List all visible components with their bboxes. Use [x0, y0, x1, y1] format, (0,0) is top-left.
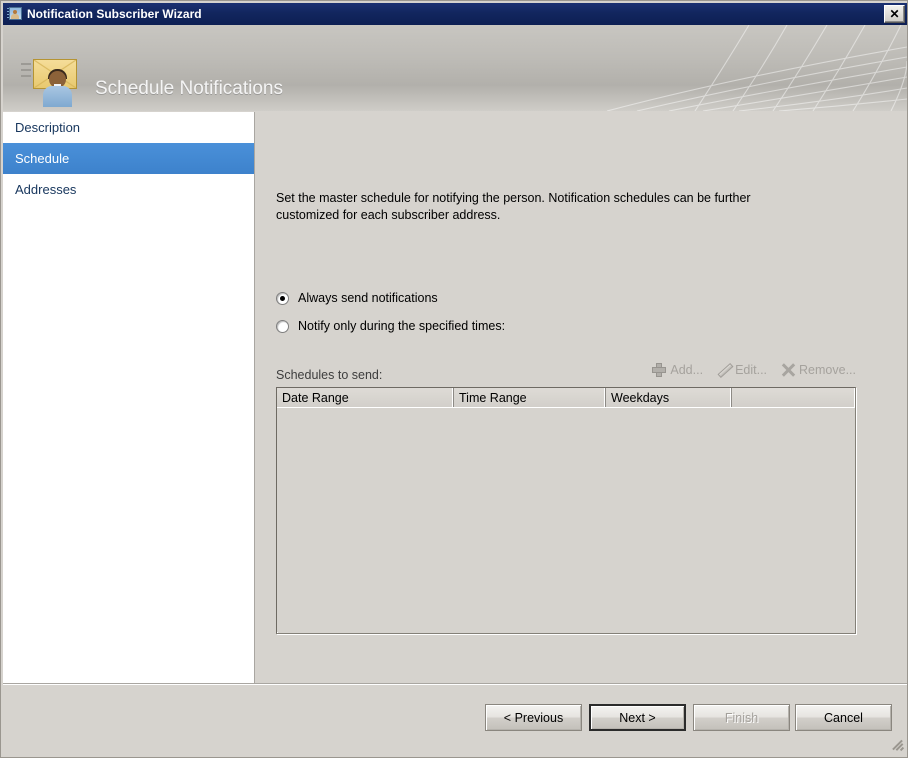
finish-button[interactable]: Finish: [693, 704, 790, 731]
notification-subscriber-wizard-window: Notification Subscriber Wizard ✕ Schedul…: [0, 0, 908, 758]
radio-always-send-icon[interactable]: [276, 291, 289, 305]
close-icon[interactable]: ✕: [884, 5, 905, 23]
schedules-toolbar: Add... Edit... Remove...: [651, 362, 856, 378]
footer-bar: < Previous Next > Finish Cancel: [3, 685, 907, 755]
content-panel: Set the master schedule for notifying th…: [256, 112, 907, 683]
wizard-step-sidebar: Description Schedule Addresses: [3, 112, 255, 683]
option-specified-times-label: Notify only during the specified times:: [298, 319, 506, 333]
radio-specified-times-icon[interactable]: [276, 319, 289, 333]
option-always-send-label: Always send notifications: [298, 291, 438, 305]
sidebar-item-schedule[interactable]: Schedule: [3, 143, 254, 174]
column-header-blank[interactable]: [732, 388, 855, 407]
schedules-list-label: Schedules to send:: [276, 368, 383, 382]
x-icon: [780, 362, 796, 378]
resize-grip-icon[interactable]: [890, 738, 905, 752]
add-button-label: Add...: [670, 363, 704, 377]
remove-button-label: Remove...: [799, 363, 856, 377]
pencil-icon: [716, 362, 732, 378]
cancel-button[interactable]: Cancel: [795, 704, 892, 731]
page-title: Schedule Notifications: [95, 78, 283, 99]
option-always-send[interactable]: Always send notifications: [276, 291, 438, 305]
remove-button[interactable]: Remove...: [780, 362, 856, 378]
option-specified-times[interactable]: Notify only during the specified times:: [276, 319, 505, 333]
listview-header: Date Range Time Range Weekdays: [277, 388, 855, 408]
envelope-person-icon: [21, 57, 83, 107]
listview-body-empty: [277, 408, 855, 632]
banner-mesh-decoration: [606, 25, 907, 111]
sidebar-item-description[interactable]: Description: [3, 112, 254, 143]
wizard-banner: Schedule Notifications: [3, 25, 907, 111]
add-button[interactable]: Add...: [651, 362, 703, 378]
edit-button-label: Edit...: [735, 363, 768, 377]
title-bar: Notification Subscriber Wizard ✕: [3, 3, 907, 25]
previous-button[interactable]: < Previous: [485, 704, 582, 731]
schedules-listview[interactable]: Date Range Time Range Weekdays: [276, 387, 856, 634]
subscriber-window-icon: [7, 6, 23, 22]
window-title: Notification Subscriber Wizard: [27, 7, 202, 21]
sidebar-item-addresses[interactable]: Addresses: [3, 174, 254, 205]
description-text: Set the master schedule for notifying th…: [276, 191, 751, 222]
column-header-weekdays[interactable]: Weekdays: [606, 388, 732, 407]
plus-icon: [651, 362, 667, 378]
edit-button[interactable]: Edit...: [716, 362, 767, 378]
column-header-date-range[interactable]: Date Range: [277, 388, 454, 407]
next-button[interactable]: Next >: [589, 704, 686, 731]
column-header-time-range[interactable]: Time Range: [454, 388, 606, 407]
